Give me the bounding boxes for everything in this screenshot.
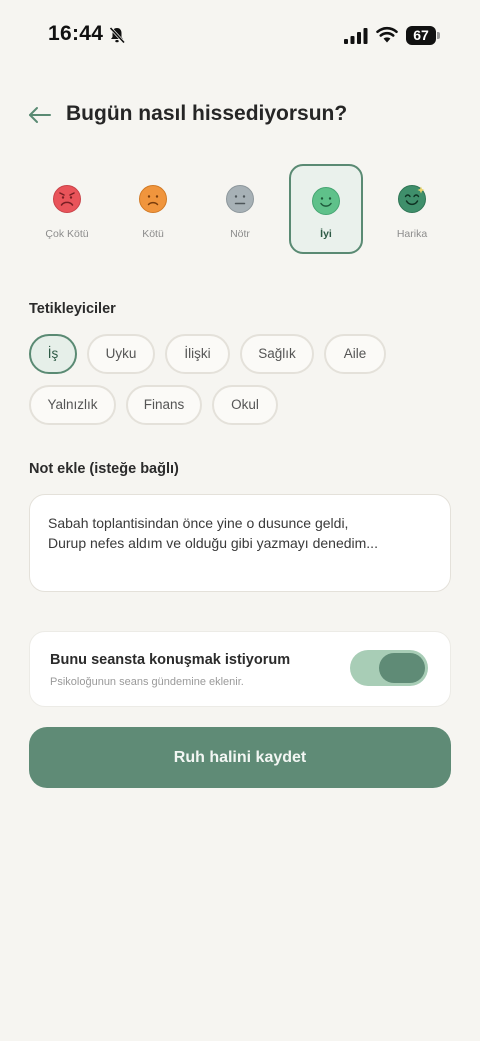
sad-face-icon — [139, 185, 167, 213]
mood-label: Kötü — [142, 228, 164, 240]
mood-label: Çok Kötü — [45, 228, 89, 240]
note-text-line: Durup nefes aldım ve olduğu gibi yazmayı… — [48, 535, 378, 551]
chip-saglik[interactable]: Sağlık — [240, 334, 314, 374]
wifi-icon — [376, 26, 398, 43]
mood-option-very-bad[interactable]: Çok Kötü — [30, 164, 104, 254]
session-toggle-title: Bunu seansta konuşmak istiyorum — [50, 652, 291, 668]
back-arrow-icon[interactable] — [28, 104, 52, 126]
chip-yalnizlik[interactable]: Yalnızlık — [29, 385, 116, 425]
mood-label: Nötr — [230, 228, 250, 240]
mood-option-neutral[interactable]: Nötr — [203, 164, 277, 254]
toggle-knob — [379, 653, 425, 683]
note-textarea[interactable]: Sabah toplantisindan önce yine o dusunce… — [29, 494, 451, 592]
status-bar: 16:44 67 — [0, 0, 480, 72]
mood-label: İyi — [320, 228, 332, 240]
chip-is[interactable]: İş — [29, 334, 77, 374]
smile-face-icon — [312, 187, 340, 215]
status-time: 16:44 — [48, 22, 104, 45]
session-toggle-switch[interactable] — [350, 650, 428, 686]
note-label: Not ekle (isteğe bağlı) — [29, 461, 179, 477]
neutral-face-icon — [226, 185, 254, 213]
page-title: Bugün nasıl hissediyorsun? — [66, 102, 348, 125]
chip-aile[interactable]: Aile — [324, 334, 386, 374]
chip-finans[interactable]: Finans — [126, 385, 202, 425]
great-face-icon — [398, 185, 426, 213]
chip-uyku[interactable]: Uyku — [87, 334, 155, 374]
session-toggle-subtitle: Psikoloğunun seans gündemine eklenir. — [50, 676, 244, 688]
note-text-line: Sabah toplantisindan önce yine o dusunce… — [48, 515, 349, 531]
chip-iliski[interactable]: İlişki — [165, 334, 230, 374]
battery-level: 67 — [413, 27, 429, 43]
cellular-signal-icon — [344, 28, 368, 44]
mood-option-great[interactable]: Harika — [375, 164, 449, 254]
mood-option-bad[interactable]: Kötü — [116, 164, 190, 254]
bell-off-icon — [109, 26, 126, 44]
battery-icon: 67 — [406, 26, 440, 45]
chip-okul[interactable]: Okul — [212, 385, 278, 425]
session-toggle-card: Bunu seansta konuşmak istiyorum Psikoloğ… — [29, 631, 451, 707]
mood-label: Harika — [396, 228, 428, 240]
triggers-label: Tetikleyiciler — [29, 301, 116, 317]
very-sad-face-icon — [53, 185, 81, 213]
mood-option-good[interactable]: İyi — [289, 164, 363, 254]
save-mood-button[interactable]: Ruh halini kaydet — [29, 727, 451, 788]
